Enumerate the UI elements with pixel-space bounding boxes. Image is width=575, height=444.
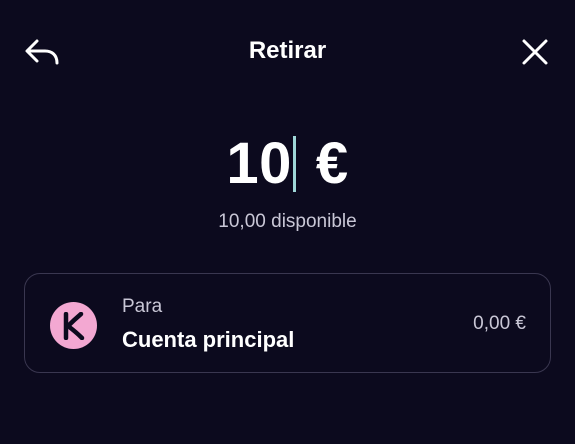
header-bar: Retirar [0, 0, 575, 104]
currency-symbol: € [315, 131, 349, 196]
amount-value: 10 [226, 131, 292, 196]
amount-display: 10 € [226, 132, 348, 196]
close-icon [522, 39, 548, 65]
k-logo-icon [63, 311, 84, 340]
account-name: Cuenta principal [122, 327, 295, 352]
destination-account-card[interactable]: Para Cuenta principal 0,00 € [24, 273, 551, 373]
destination-label: Para [122, 296, 163, 317]
page-title: Retirar [248, 37, 327, 64]
available-balance: 10,00 disponible [218, 211, 357, 232]
close-button[interactable] [517, 34, 553, 70]
account-balance: 0,00 € [473, 313, 526, 334]
account-logo [50, 302, 97, 349]
amount-input[interactable]: 10 € [0, 132, 575, 196]
text-caret [292, 136, 296, 192]
